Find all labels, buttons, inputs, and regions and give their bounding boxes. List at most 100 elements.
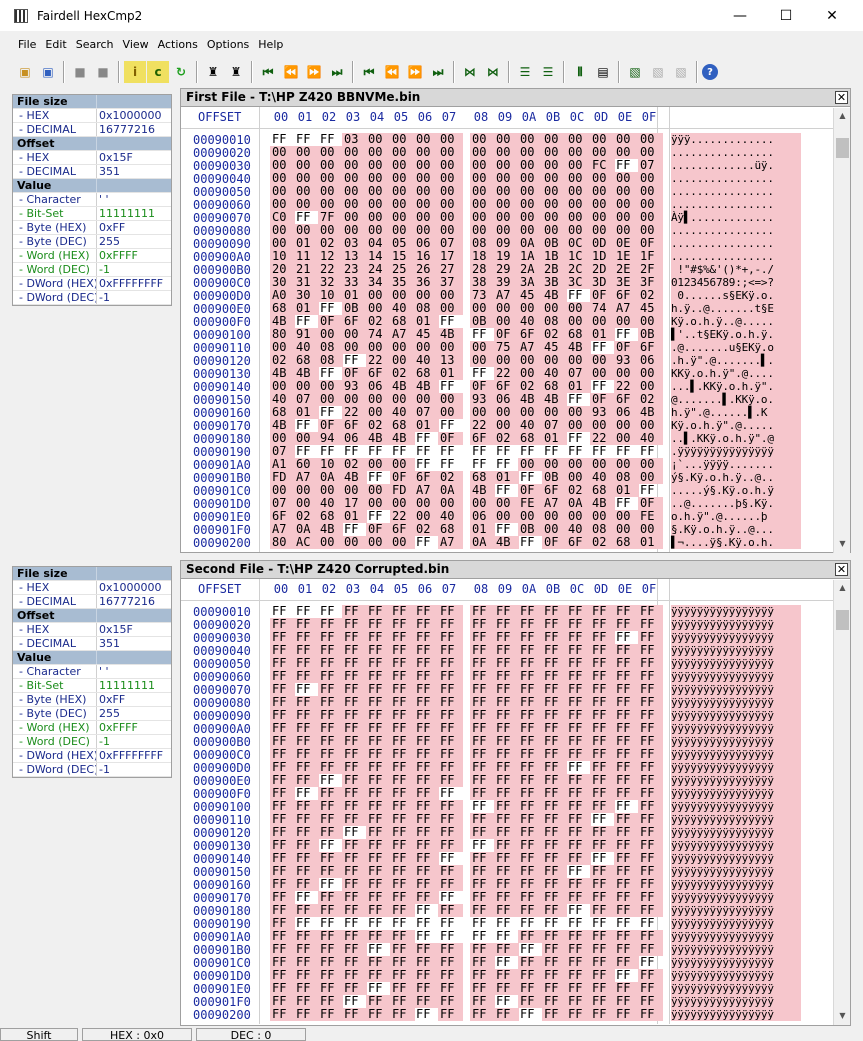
- hex-byte[interactable]: FF: [390, 1008, 415, 1021]
- ascii-text[interactable]: Àÿ▌.............: [671, 211, 801, 224]
- ascii-text[interactable]: h.ÿ".@......▌.K: [671, 406, 801, 419]
- maximize-button[interactable]: ☐: [763, 0, 809, 31]
- previous-difference-icon[interactable]: ⏪: [280, 61, 302, 83]
- close-pane-icon[interactable]: ✕: [835, 563, 848, 576]
- first-block-icon[interactable]: ⏮: [358, 61, 380, 83]
- info-row[interactable]: - Bit-Set 11111111: [13, 679, 171, 693]
- compare-icon[interactable]: c: [147, 61, 169, 83]
- close-pane-icon[interactable]: ✕: [835, 91, 848, 104]
- info-row[interactable]: - DWord (DEC) -1: [13, 763, 171, 777]
- ascii-text[interactable]: ÿÿÿÿÿÿÿÿÿÿÿÿÿÿÿÿ: [671, 644, 801, 657]
- info-row[interactable]: - HEX 0x15F: [13, 151, 171, 165]
- hex-byte[interactable]: FF: [518, 536, 543, 549]
- hex-byte[interactable]: 0F: [542, 536, 567, 549]
- layout-vertical-icon[interactable]: ☰: [537, 61, 559, 83]
- info-row[interactable]: - HEX 0x1000000: [13, 109, 171, 123]
- info-row[interactable]: - Byte (HEX) 0xFF: [13, 221, 171, 235]
- ascii-text[interactable]: ÿÿÿÿÿÿÿÿÿÿÿÿÿÿÿÿ: [671, 631, 801, 644]
- hex-byte[interactable]: 00: [318, 536, 343, 549]
- info-row[interactable]: - HEX 0x1000000: [13, 581, 171, 595]
- hex-byte[interactable]: FF: [614, 1008, 639, 1021]
- info-row[interactable]: Value: [13, 651, 171, 665]
- ascii-text[interactable]: ÿÿÿÿÿÿÿÿÿÿÿÿÿÿÿÿ: [671, 839, 801, 852]
- scroll-up-icon[interactable]: ▲: [834, 580, 851, 596]
- hex-byte[interactable]: FF: [342, 1008, 367, 1021]
- hex-byte[interactable]: FF: [366, 1008, 391, 1021]
- ascii-text[interactable]: KKÿ.o.h.ÿ".@....: [671, 367, 801, 380]
- hex-byte[interactable]: AC: [294, 536, 319, 549]
- info-row[interactable]: - Word (HEX) 0xFFFF: [13, 721, 171, 735]
- info-icon[interactable]: i: [124, 61, 146, 83]
- hex-byte[interactable]: FF: [270, 1008, 295, 1021]
- ascii-text[interactable]: ÿÿÿÿÿÿÿÿÿÿÿÿÿÿÿÿ: [671, 995, 801, 1008]
- hex-byte[interactable]: 00: [342, 536, 367, 549]
- ascii-text[interactable]: ÿÿÿÿÿÿÿÿÿÿÿÿÿÿÿÿ: [671, 787, 801, 800]
- hex-byte[interactable]: 6F: [566, 536, 591, 549]
- close-button[interactable]: ✕: [809, 0, 855, 31]
- hex-byte[interactable]: FF: [542, 1008, 567, 1021]
- ascii-text[interactable]: ÿÿÿÿÿÿÿÿÿÿÿÿÿÿÿÿ: [671, 696, 801, 709]
- layout-horizontal-icon[interactable]: ☰: [514, 61, 536, 83]
- menu-help[interactable]: Help: [254, 38, 287, 51]
- scroll-thumb[interactable]: [836, 610, 849, 630]
- info-row[interactable]: - Character ' ': [13, 193, 171, 207]
- vertical-scrollbar[interactable]: ▲ ▼: [833, 108, 850, 553]
- ascii-text[interactable]: ................: [671, 172, 801, 185]
- ascii-text[interactable]: ÿÿÿÿÿÿÿÿÿÿÿÿÿÿÿÿ: [671, 618, 801, 631]
- ascii-text[interactable]: ÿÿÿÿÿÿÿÿÿÿÿÿÿÿÿÿ: [671, 748, 801, 761]
- hex-byte[interactable]: 68: [614, 536, 639, 549]
- ascii-text[interactable]: ................: [671, 146, 801, 159]
- help-icon[interactable]: ?: [702, 64, 718, 80]
- first-difference-icon[interactable]: ⏮: [257, 61, 279, 83]
- hex-byte[interactable]: 0A: [470, 536, 495, 549]
- copy-icon[interactable]: ■: [92, 61, 114, 83]
- ascii-text[interactable]: ÿÿÿÿÿÿÿÿÿÿÿÿÿÿÿÿ: [671, 722, 801, 735]
- ascii-text[interactable]: .h.ÿ".@.......▌.: [671, 354, 801, 367]
- menu-options[interactable]: Options: [203, 38, 253, 51]
- scroll-down-icon[interactable]: ▼: [834, 1008, 851, 1024]
- hex-byte[interactable]: 00: [366, 536, 391, 549]
- info-row[interactable]: - HEX 0x15F: [13, 623, 171, 637]
- ascii-text[interactable]: ▌'..t§EKÿ.o.h.ÿ.: [671, 328, 801, 341]
- ascii-text[interactable]: ÿÿÿÿÿÿÿÿÿÿÿÿÿÿÿÿ: [671, 1008, 801, 1021]
- hex-byte[interactable]: FF: [318, 1008, 343, 1021]
- info-row[interactable]: - Byte (DEC) 255: [13, 707, 171, 721]
- menu-search[interactable]: Search: [72, 38, 118, 51]
- ascii-text[interactable]: h.ÿ..@.......t§E: [671, 302, 801, 315]
- export-icon[interactable]: ▧: [647, 61, 669, 83]
- ascii-text[interactable]: @.......▌.KKÿ.o.: [671, 393, 801, 406]
- ascii-text[interactable]: !"#$%&'()*+,-./: [671, 263, 801, 276]
- ascii-text[interactable]: ÿÿÿÿÿÿÿÿÿÿÿÿÿÿÿÿ: [671, 813, 801, 826]
- info-row[interactable]: File size: [13, 95, 171, 109]
- info-row[interactable]: - Byte (DEC) 255: [13, 235, 171, 249]
- print-icon[interactable]: ▧: [670, 61, 692, 83]
- hex-row[interactable]: 00090200 FF FF FF FF FF FF FF FF FF FF FF FF FF FF FF FF…: [181, 1008, 808, 1022]
- ascii-text[interactable]: .ÿÿÿÿÿÿÿÿÿÿÿÿÿÿÿ: [671, 445, 801, 458]
- last-difference-icon[interactable]: ⏭: [326, 61, 348, 83]
- ascii-text[interactable]: ÿÿÿÿÿÿÿÿÿÿÿÿÿÿÿÿ: [671, 891, 801, 904]
- next-difference-icon[interactable]: ⏩: [303, 61, 325, 83]
- hex-byte[interactable]: FF: [438, 1008, 463, 1021]
- ascii-text[interactable]: ÿÿÿÿÿÿÿÿÿÿÿÿÿÿÿÿ: [671, 969, 801, 982]
- hex-byte[interactable]: FF: [470, 1008, 495, 1021]
- ascii-text[interactable]: ÿÿÿÿÿÿÿÿÿÿÿÿÿÿÿÿ: [671, 943, 801, 956]
- hex-byte[interactable]: FF: [414, 536, 439, 549]
- ascii-text[interactable]: ÿÿÿÿÿÿÿÿÿÿÿÿÿÿÿÿ: [671, 800, 801, 813]
- info-row[interactable]: - DWord (DEC) -1: [13, 291, 171, 305]
- ascii-text[interactable]: ÿÿÿÿÿÿÿÿÿÿÿÿÿÿÿÿ: [671, 826, 801, 839]
- ascii-text[interactable]: ¡`...ÿÿÿÿ.......: [671, 458, 801, 471]
- columns-icon[interactable]: ⫴: [569, 61, 591, 83]
- info-row[interactable]: - DECIMAL 351: [13, 165, 171, 179]
- hex-row[interactable]: 00090200 80 AC 00 00 00 00 FF A7 0A 4B FF 0F 6F 02 68 01…: [181, 536, 808, 550]
- ascii-text[interactable]: ÿÿÿÿÿÿÿÿÿÿÿÿÿÿÿÿ: [671, 930, 801, 943]
- hex-byte[interactable]: FF: [294, 1008, 319, 1021]
- hex-byte[interactable]: FF: [590, 1008, 615, 1021]
- ascii-text[interactable]: ÿÿÿ.............: [671, 133, 801, 146]
- ascii-text[interactable]: ÿÿÿÿÿÿÿÿÿÿÿÿÿÿÿÿ: [671, 657, 801, 670]
- ascii-text[interactable]: ÿÿÿÿÿÿÿÿÿÿÿÿÿÿÿÿ: [671, 982, 801, 995]
- scroll-thumb[interactable]: [836, 138, 849, 158]
- ascii-text[interactable]: Kÿ.o.h.ÿ..@.....: [671, 315, 801, 328]
- hex-byte[interactable]: 80: [270, 536, 295, 549]
- ascii-text[interactable]: ÿÿÿÿÿÿÿÿÿÿÿÿÿÿÿÿ: [671, 670, 801, 683]
- ascii-text[interactable]: ÿÿÿÿÿÿÿÿÿÿÿÿÿÿÿÿ: [671, 852, 801, 865]
